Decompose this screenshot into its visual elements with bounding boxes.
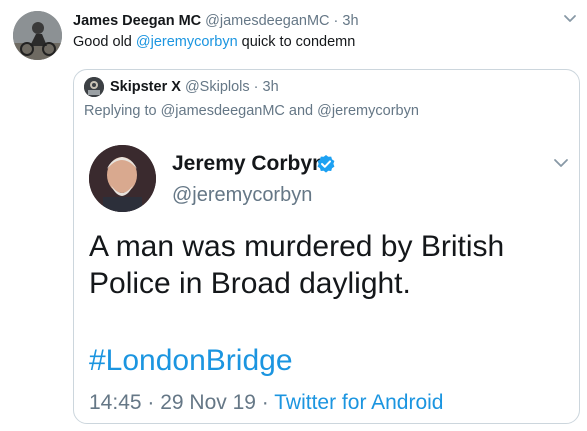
tweet-time[interactable]: 3h <box>342 13 358 29</box>
tweet-text-before: Good old <box>73 34 136 50</box>
tweet-text: Good old @jeremycorbyn quick to condemn <box>73 34 355 50</box>
chevron-down-icon[interactable] <box>561 9 579 27</box>
tweet-header: James Deegan MC @jamesdeeganMC · 3h <box>73 13 359 29</box>
embedded-text-line-1: A man was murdered by British <box>89 230 505 263</box>
embedded-timestamp-line: 14:45 · 29 Nov 19 · Twitter for Android <box>89 391 444 415</box>
embedded-tweet-text: A man was murdered by British Police in … <box>89 228 549 302</box>
tweet-mention-link[interactable]: @jeremycorbyn <box>136 34 238 50</box>
quote-header-separator: · <box>253 79 259 95</box>
embedded-author-avatar <box>89 145 156 212</box>
embedded-timestamp: 14:45 · 29 Nov 19 · <box>89 391 269 414</box>
tweet-text-after: quick to condemn <box>237 34 356 50</box>
embedded-hashtag: #LondonBridge <box>89 344 293 377</box>
quote-time[interactable]: 3h <box>263 79 279 95</box>
embedded-author-handle: @jeremycorbyn <box>172 184 313 206</box>
quote-author-avatar[interactable] <box>84 77 104 97</box>
author-name[interactable]: James Deegan MC <box>73 13 201 29</box>
embedded-author-name: Jeremy Corbyn <box>172 152 325 175</box>
author-handle[interactable]: @jamesdeeganMC <box>205 13 329 29</box>
verified-badge-icon <box>316 154 336 174</box>
embedded-source: Twitter for Android <box>274 391 444 414</box>
replying-to-text[interactable]: Replying to @jamesdeeganMC and @jeremyco… <box>84 103 419 119</box>
author-avatar[interactable] <box>13 11 62 60</box>
quote-author-name[interactable]: Skipster X <box>110 79 181 95</box>
header-separator: · <box>333 13 339 29</box>
quote-author-handle[interactable]: @Skiplols <box>185 79 250 95</box>
chevron-down-icon <box>552 156 570 170</box>
quote-header: Skipster X @Skiplols · 3h <box>110 79 279 95</box>
embedded-text-line-2: Police in Broad daylight. <box>89 267 411 300</box>
